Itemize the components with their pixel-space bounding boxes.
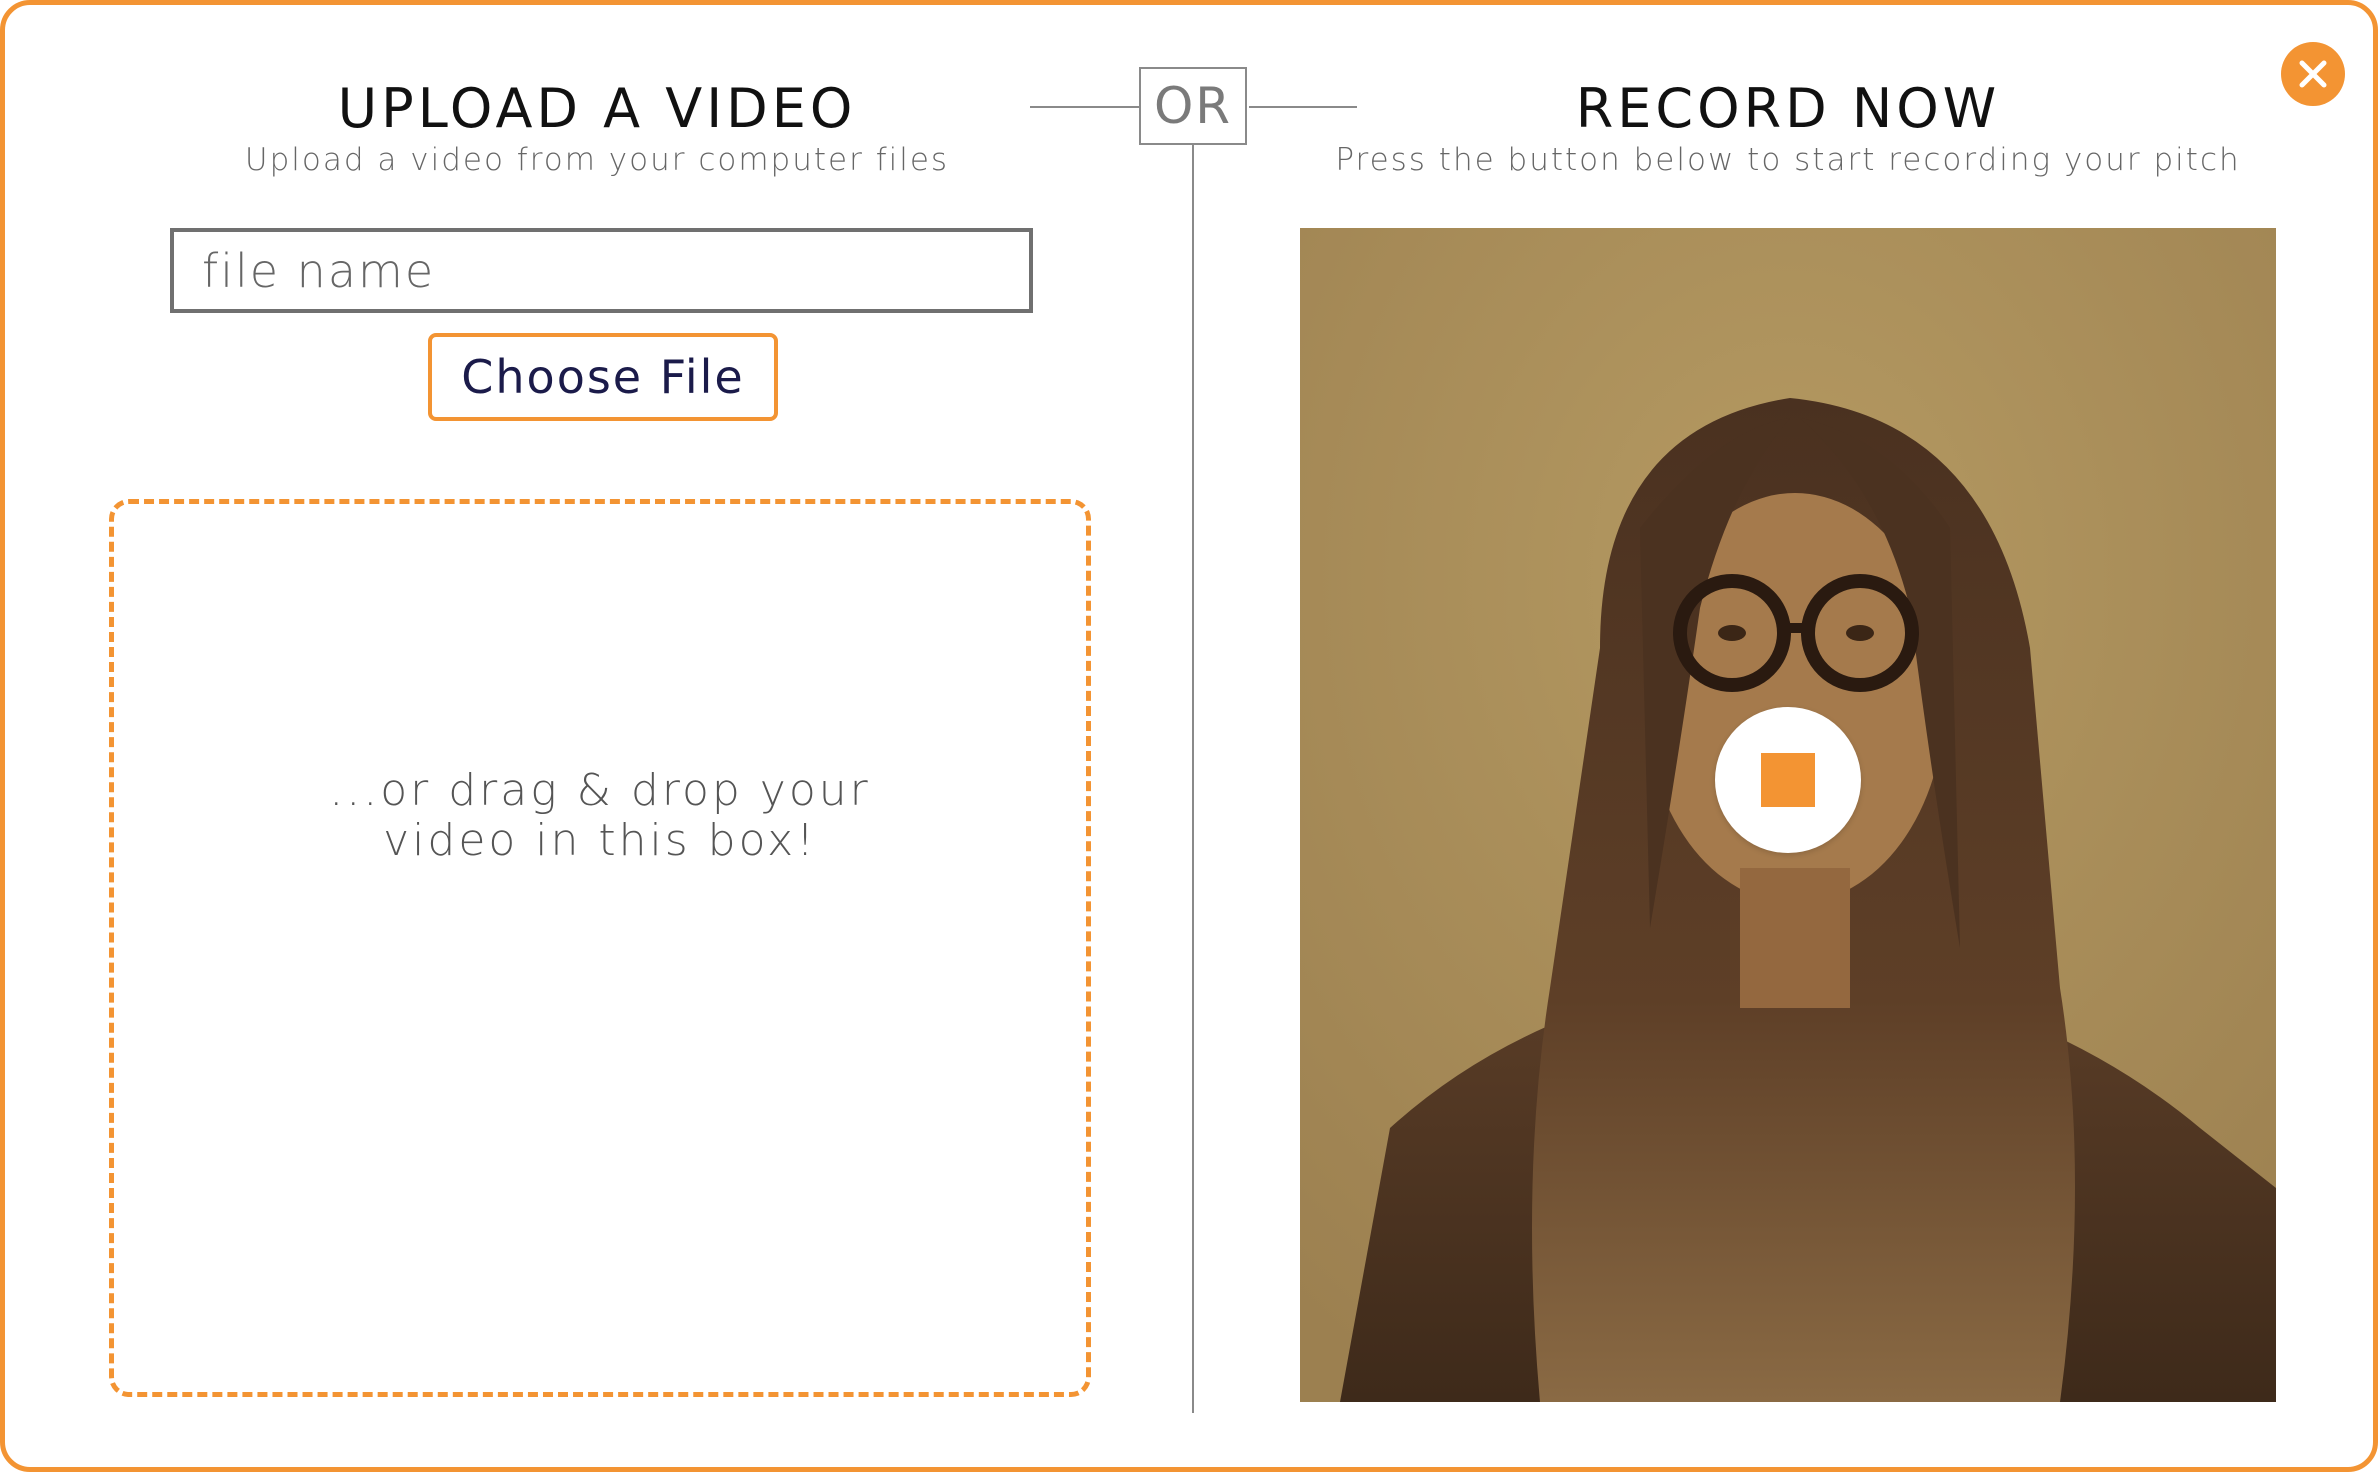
record-stop-button[interactable] xyxy=(1715,707,1861,853)
drop-zone-text: ...or drag & drop your video in this box… xyxy=(114,766,1086,866)
choose-file-button[interactable]: Choose File xyxy=(428,333,778,421)
file-name-input[interactable] xyxy=(170,228,1033,313)
upload-title: UPLOAD A VIDEO xyxy=(337,77,857,140)
drag-drop-zone[interactable]: ...or drag & drop your video in this box… xyxy=(109,499,1091,1397)
or-divider-line-left xyxy=(1030,106,1140,108)
stop-square-icon xyxy=(1761,753,1815,807)
drop-text-line2: video in this box! xyxy=(383,815,817,866)
upload-subtitle: Upload a video from your computer files xyxy=(244,142,950,178)
close-button[interactable] xyxy=(2281,42,2345,106)
vertical-divider xyxy=(1192,145,1194,1413)
record-title: RECORD NOW xyxy=(1575,77,2001,140)
drop-text-line1: ...or drag & drop your xyxy=(329,765,871,816)
record-subtitle: Press the button below to start recordin… xyxy=(1335,142,2241,178)
close-icon xyxy=(2299,60,2327,88)
or-divider-label: OR xyxy=(1139,67,1247,145)
video-upload-modal: UPLOAD A VIDEO Upload a video from your … xyxy=(0,0,2378,1472)
